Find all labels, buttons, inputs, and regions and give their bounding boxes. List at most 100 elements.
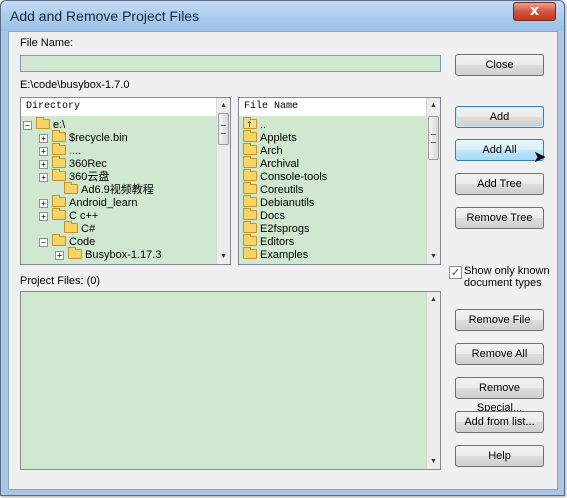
directory-item-label: 360Rec — [69, 158, 107, 170]
scrollbar-thumb[interactable] — [428, 116, 439, 160]
remove-file-button[interactable]: Remove File — [455, 309, 544, 331]
directory-item-label: $recycle.bin — [69, 132, 128, 144]
folder-icon — [52, 130, 66, 142]
dialog-client-area: File Name: E:\code\busybox-1.7.0 Directo… — [8, 31, 558, 490]
expand-icon[interactable]: + — [39, 160, 48, 169]
file-list-item-label: Docs — [260, 210, 286, 222]
folder-icon — [243, 169, 257, 181]
folder-icon — [64, 182, 78, 194]
remove-special-button[interactable]: Remove Special... — [455, 377, 544, 414]
file-list-item[interactable]: E2fsprogs — [243, 221, 310, 236]
scroll-up-icon[interactable]: ▲ — [427, 293, 440, 306]
file-list-panel[interactable]: File Name ..AppletsArchArchivalConsole-t… — [238, 97, 441, 265]
show-known-types-checkbox[interactable]: ✓ — [449, 266, 462, 279]
file-list-item-label: Coreutils — [260, 184, 304, 196]
directory-tree-item[interactable]: +360Rec — [39, 156, 107, 171]
folder-icon — [243, 195, 257, 207]
directory-tree-item[interactable]: + Busybox-1.17.3 — [55, 247, 162, 262]
project-files-scrollbar[interactable]: ▲ ▼ — [426, 292, 440, 469]
window-close-button[interactable]: x — [513, 2, 556, 21]
file-list-item-label: Examples — [260, 249, 309, 261]
help-button[interactable]: Help — [455, 445, 544, 467]
folder-icon — [36, 117, 50, 129]
directory-tree-item[interactable]: +360云盘 — [39, 169, 110, 184]
directory-item-label: C c++ — [69, 210, 99, 222]
directory-tree-item[interactable]: Ad6.9视频教程 — [51, 182, 154, 197]
add-all-button[interactable]: Add All — [455, 139, 544, 161]
file-list-scrollbar[interactable]: ▲ ▼ — [426, 98, 440, 264]
dialog-window: Add and Remove Project Files x File Name… — [0, 0, 565, 496]
directory-item-label: 360云盘 — [69, 171, 110, 183]
file-list-item-label: .. — [260, 119, 267, 131]
folder-icon — [243, 182, 257, 194]
expand-icon[interactable]: + — [39, 199, 48, 208]
folder-icon — [52, 195, 66, 207]
remove-all-button[interactable]: Remove All — [455, 343, 544, 365]
folder-icon — [68, 247, 82, 259]
scroll-down-icon[interactable]: ▼ — [217, 250, 230, 263]
add-from-list-button[interactable]: Add from list... — [455, 411, 544, 433]
expand-icon[interactable]: + — [39, 173, 48, 182]
file-list-header[interactable]: File Name — [239, 98, 440, 116]
show-known-types-label-line1: Show only known — [464, 265, 550, 277]
file-list-item-label: Applets — [260, 132, 297, 144]
folder-icon — [52, 208, 66, 220]
close-button[interactable]: Close — [455, 54, 544, 76]
expand-icon[interactable]: + — [39, 212, 48, 221]
folder-icon — [52, 143, 66, 155]
directory-panel[interactable]: Directory − e:\ + $recycle.bin +.... +360Rec +… — [20, 97, 231, 265]
file-list-item-label: Arch — [260, 145, 283, 157]
parent-folder-icon — [243, 117, 257, 131]
folder-icon — [52, 169, 66, 181]
file-name-input[interactable] — [20, 55, 441, 72]
directory-scrollbar[interactable]: ▲ ▼ — [216, 98, 230, 264]
folder-icon — [243, 156, 257, 168]
expand-icon[interactable]: + — [55, 251, 64, 260]
folder-icon — [243, 234, 257, 246]
show-known-types-label-line2: document types — [464, 277, 542, 289]
file-list-item-label: E2fsprogs — [260, 223, 310, 235]
folder-icon — [243, 247, 257, 259]
folder-icon — [64, 221, 78, 233]
folder-icon — [52, 234, 66, 246]
project-files-label: Project Files: (0) — [20, 275, 101, 287]
expand-icon[interactable]: + — [39, 134, 48, 143]
folder-icon — [243, 221, 257, 233]
collapse-icon[interactable]: − — [39, 238, 48, 247]
scroll-up-icon[interactable]: ▲ — [427, 99, 440, 112]
scroll-up-icon[interactable]: ▲ — [217, 99, 230, 112]
file-list-item[interactable]: Debianutils — [243, 195, 315, 210]
file-list-item-label: Editors — [260, 236, 295, 248]
project-files-list[interactable]: ▲ ▼ — [20, 291, 441, 470]
file-list-item[interactable]: Console-tools — [243, 169, 327, 184]
directory-item-label: Busybox-1.17.3 — [85, 249, 162, 261]
scroll-down-icon[interactable]: ▼ — [427, 250, 440, 263]
current-path: E:\code\busybox-1.7.0 — [20, 79, 130, 91]
directory-tree-item[interactable]: +.... — [39, 143, 82, 158]
window-title: Add and Remove Project Files — [10, 8, 200, 24]
title-bar[interactable]: Add and Remove Project Files x — [1, 1, 564, 31]
folder-icon — [243, 143, 257, 155]
scrollbar-thumb[interactable] — [218, 113, 229, 145]
remove-tree-button[interactable]: Remove Tree — [455, 207, 544, 229]
add-button[interactable]: Add — [455, 106, 544, 128]
expand-icon[interactable]: + — [39, 147, 48, 156]
file-list-item[interactable]: Applets — [243, 130, 297, 145]
scroll-down-icon[interactable]: ▼ — [427, 455, 440, 468]
directory-item-label: C# — [81, 223, 96, 235]
file-list-item[interactable]: Archival — [243, 156, 299, 171]
folder-icon — [52, 156, 66, 168]
directory-item-label: Android_learn — [69, 197, 138, 209]
directory-item-label: Ad6.9视频教程 — [81, 184, 154, 196]
file-list-item[interactable]: Coreutils — [243, 182, 304, 197]
directory-header[interactable]: Directory — [21, 98, 230, 116]
directory-item-label: .... — [69, 145, 82, 157]
file-list-item-label: Debianutils — [260, 197, 315, 209]
collapse-icon[interactable]: − — [23, 121, 32, 130]
file-list-item[interactable]: Examples — [243, 247, 309, 262]
add-tree-button[interactable]: Add Tree — [455, 173, 544, 195]
file-name-label: File Name: — [20, 37, 74, 49]
mouse-cursor-icon: ➤ — [533, 147, 547, 166]
